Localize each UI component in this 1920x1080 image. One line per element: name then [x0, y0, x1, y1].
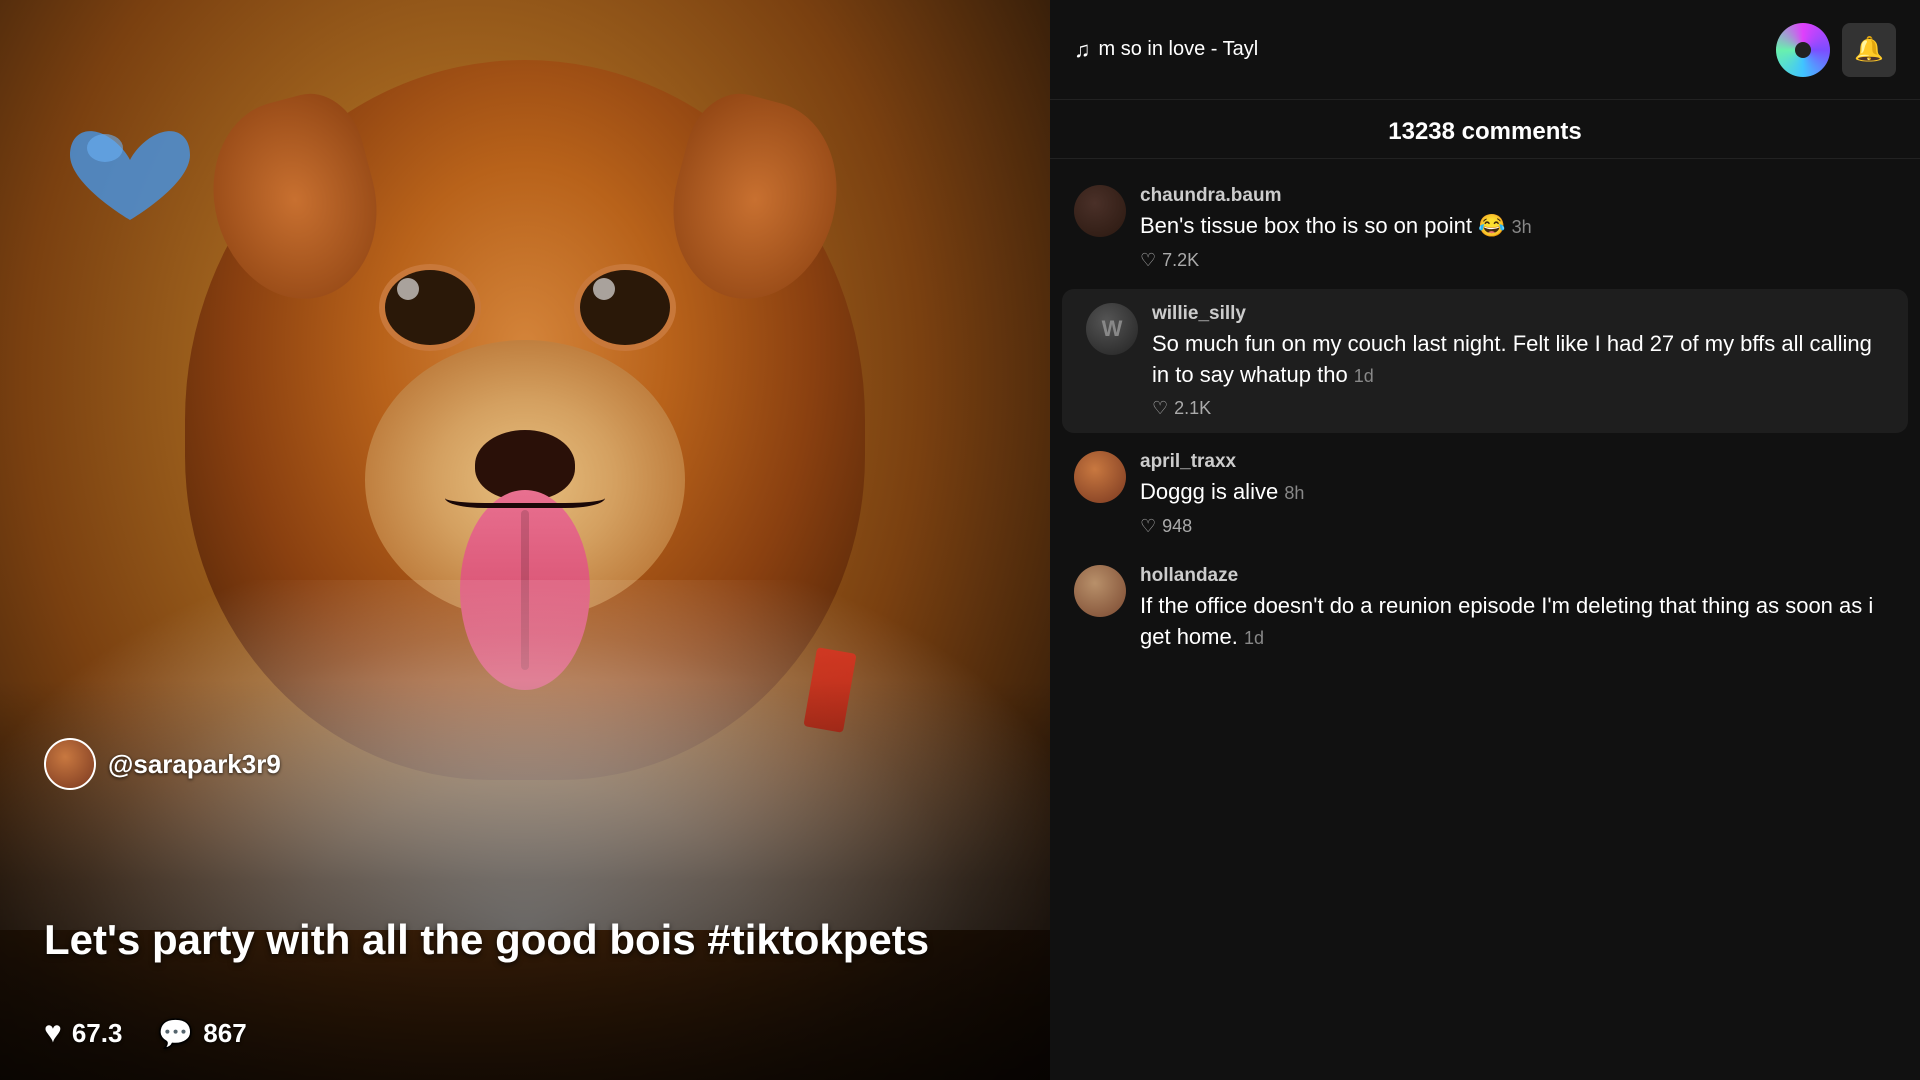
comment-time: 1d [1244, 628, 1264, 648]
comment-likes[interactable]: ♡ 7.2K [1140, 250, 1896, 271]
like-count: 67.3 [72, 1018, 123, 1049]
comment-content: chaundra.baum Ben's tissue box tho is so… [1140, 185, 1896, 271]
comment-time: 8h [1284, 483, 1304, 503]
music-text: m so in love - Tayl [1099, 38, 1259, 61]
like-heart-icon: ♡ [1140, 250, 1156, 271]
creator-avatar [44, 738, 96, 790]
comment-item-highlighted: W willie_silly So much fun on my couch l… [1062, 289, 1908, 434]
top-bar: ♫ m so in love - Tayl 🔔 [1050, 0, 1920, 100]
music-note-icon: ♫ [1074, 37, 1091, 63]
comment-time: 3h [1512, 217, 1532, 237]
comment-text: Doggg is alive 8h [1140, 477, 1896, 508]
like-action[interactable]: ♥ 67.3 [44, 1016, 122, 1050]
commenter-name: april_traxx [1140, 451, 1896, 473]
comment-content: willie_silly So much fun on my couch las… [1152, 303, 1884, 420]
notification-bell-button[interactable]: 🔔 [1842, 23, 1896, 77]
commenter-avatar [1074, 185, 1126, 237]
comment-content: april_traxx Doggg is alive 8h ♡ 948 [1140, 451, 1896, 537]
comment-item: april_traxx Doggg is alive 8h ♡ 948 [1050, 437, 1920, 551]
video-caption: Let's party with all the good bois #tikt… [44, 915, 990, 965]
video-panel: @sarapark3r9 Let's party with all the go… [0, 0, 1050, 1080]
action-bar: ♥ 67.3 💬 867 [44, 1016, 247, 1050]
spinning-disc[interactable] [1776, 23, 1830, 77]
comment-text: Ben's tissue box tho is so on point 😂 3h [1140, 211, 1896, 242]
comments-panel: ♫ m so in love - Tayl 🔔 13238 comments c… [1050, 0, 1920, 1080]
comment-content: hollandaze If the office doesn't do a re… [1140, 565, 1896, 661]
heart-icon: ♥ [44, 1016, 62, 1050]
comment-icon: 💬 [158, 1017, 193, 1050]
commenter-name: chaundra.baum [1140, 185, 1896, 207]
like-count: 2.1K [1174, 398, 1211, 419]
comment-likes[interactable]: ♡ 948 [1140, 516, 1896, 537]
comments-count: 13238 comments [1050, 100, 1920, 159]
comment-item: hollandaze If the office doesn't do a re… [1050, 551, 1920, 675]
commenter-name: willie_silly [1152, 303, 1884, 325]
commenter-avatar: W [1086, 303, 1138, 355]
username-area: @sarapark3r9 [44, 738, 281, 790]
comment-likes[interactable]: ♡ 2.1K [1152, 398, 1884, 419]
like-count: 948 [1162, 516, 1192, 537]
comments-list[interactable]: chaundra.baum Ben's tissue box tho is so… [1050, 159, 1920, 1080]
like-heart-icon: ♡ [1152, 398, 1168, 419]
like-count: 7.2K [1162, 250, 1199, 271]
music-info: ♫ m so in love - Tayl [1074, 37, 1764, 63]
commenter-avatar [1074, 451, 1126, 503]
creator-username: @sarapark3r9 [108, 749, 281, 780]
comment-count: 867 [203, 1018, 246, 1049]
comment-time: 1d [1354, 366, 1374, 386]
commenter-avatar [1074, 565, 1126, 617]
bell-icon: 🔔 [1854, 35, 1884, 64]
comment-text: So much fun on my couch last night. Felt… [1152, 329, 1884, 391]
comment-text: If the office doesn't do a reunion episo… [1140, 591, 1896, 653]
comment-action[interactable]: 💬 867 [158, 1017, 246, 1050]
comment-item: chaundra.baum Ben's tissue box tho is so… [1050, 171, 1920, 285]
like-heart-icon: ♡ [1140, 516, 1156, 537]
commenter-name: hollandaze [1140, 565, 1896, 587]
